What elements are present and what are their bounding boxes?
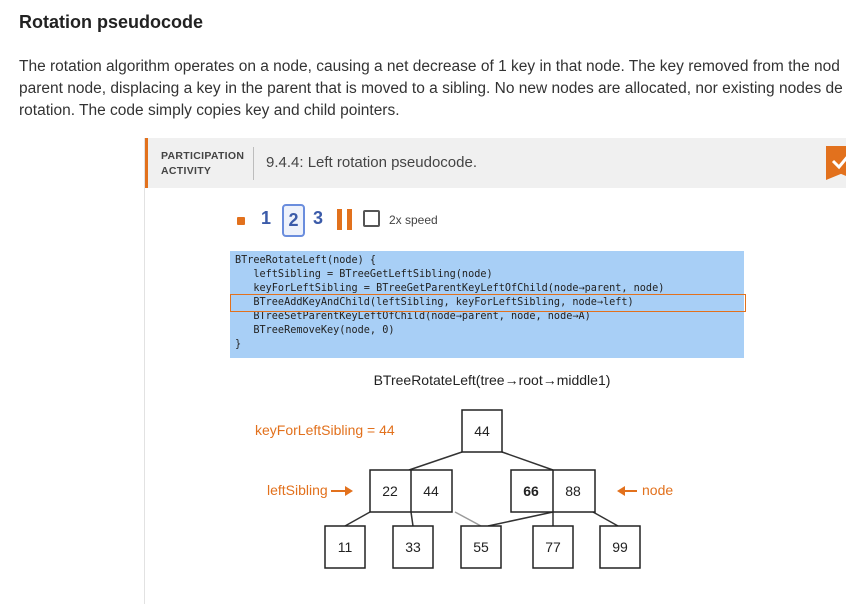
step-button-1[interactable]: 1 bbox=[261, 208, 271, 229]
intro-line: The rotation algorithm operates on a nod… bbox=[19, 58, 840, 75]
btree-diagram: BTreeRotateLeft(tree→root→middle1) keyFo… bbox=[255, 372, 673, 569]
header-divider bbox=[253, 147, 254, 180]
intro-line: parent node, displacing a key in the par… bbox=[19, 80, 843, 97]
section-heading: Rotation pseudocode bbox=[19, 12, 203, 32]
activity-tag-line2: ACTIVITY bbox=[161, 165, 212, 177]
tree-leaf-node: 77 bbox=[532, 525, 574, 569]
code-line: } bbox=[235, 339, 242, 350]
tree-key: 22 bbox=[382, 483, 398, 499]
checkmark-icon bbox=[831, 154, 846, 170]
tree-key: 99 bbox=[612, 539, 628, 555]
pause-bar bbox=[347, 209, 352, 230]
pause-icon[interactable] bbox=[337, 209, 352, 230]
completion-badge bbox=[826, 146, 846, 180]
current-line-highlight bbox=[230, 294, 746, 312]
speed-label: 2x speed bbox=[389, 213, 438, 227]
call-label: BTreeRotateLeft(tree→root→middle1) bbox=[374, 372, 611, 388]
left-sibling-label: leftSibling bbox=[267, 482, 328, 498]
tree-key: 88 bbox=[565, 483, 581, 499]
tree-key: 44 bbox=[474, 423, 490, 439]
node-arrow bbox=[617, 486, 637, 496]
step-button-2[interactable]: 2 bbox=[282, 204, 305, 237]
activity-header: PARTICIPATION ACTIVITY 9.4.4: Left rotat… bbox=[145, 138, 846, 188]
speed-checkbox[interactable] bbox=[363, 210, 380, 227]
tree-rotated-node: 66 88 bbox=[510, 469, 596, 513]
tree-root-node: 44 bbox=[461, 409, 503, 453]
tree-key: 11 bbox=[338, 539, 353, 555]
activity-tag: PARTICIPATION ACTIVITY bbox=[161, 149, 244, 179]
tree-leaf-node: 11 bbox=[324, 525, 366, 569]
left-sibling-arrow bbox=[331, 486, 353, 496]
participation-activity: PARTICIPATION ACTIVITY 9.4.4: Left rotat… bbox=[144, 138, 846, 604]
tree-key: 55 bbox=[473, 539, 489, 555]
tree-left-sibling-node: 22 44 bbox=[369, 469, 453, 513]
intro-paragraph: The rotation algorithm operates on a nod… bbox=[19, 56, 846, 122]
tree-key: 77 bbox=[545, 539, 561, 555]
tree-key: 33 bbox=[405, 539, 421, 555]
tree-leaf-node: 55 bbox=[460, 525, 502, 569]
stop-icon[interactable] bbox=[237, 217, 245, 225]
tree-leaf-node: 33 bbox=[392, 525, 434, 569]
pause-bar bbox=[337, 209, 342, 230]
code-line: leftSibling = BTreeGetLeftSibling(node) bbox=[235, 269, 493, 280]
activity-title: 9.4.4: Left rotation pseudocode. bbox=[266, 154, 477, 171]
node-label: node bbox=[642, 482, 673, 498]
intro-line: rotation. The code simply copies key and… bbox=[19, 102, 400, 119]
tree-key: 44 bbox=[423, 483, 439, 499]
activity-tag-line1: PARTICIPATION bbox=[161, 150, 245, 162]
tree-key: 66 bbox=[523, 483, 539, 499]
code-line: BTreeRotateLeft(node) { bbox=[235, 255, 377, 266]
tree-leaf-node: 99 bbox=[599, 525, 641, 569]
code-line: BTreeSetParentKeyLeftOfChild(node→parent… bbox=[235, 311, 591, 322]
code-line: BTreeRemoveKey(node, 0) bbox=[235, 325, 395, 336]
var-label: keyForLeftSibling = 44 bbox=[255, 422, 395, 438]
step-button-3[interactable]: 3 bbox=[313, 208, 323, 229]
animation-controls: 1 2 3 2x speed bbox=[235, 204, 635, 237]
